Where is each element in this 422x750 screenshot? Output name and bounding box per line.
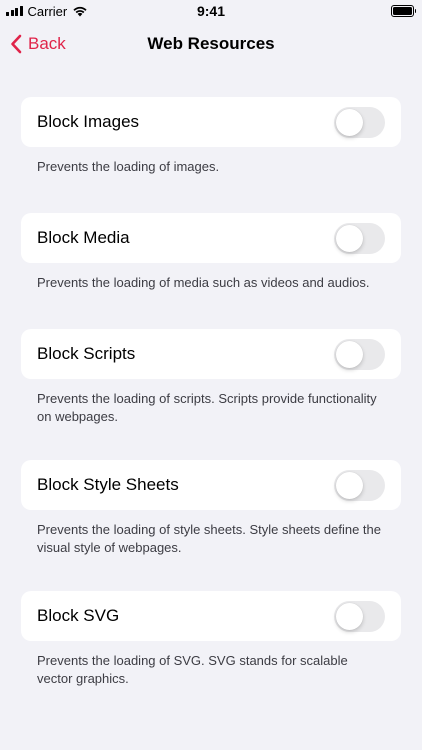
carrier-name: Carrier: [27, 3, 68, 19]
settings-section: Block SVG Prevents the loading of SVG. S…: [0, 591, 422, 707]
settings-section: Block Style Sheets Prevents the loading …: [0, 460, 422, 591]
setting-row-block-images: Block Images: [21, 97, 401, 147]
setting-row-block-svg: Block SVG: [21, 591, 401, 641]
toggle-switch[interactable]: [334, 600, 385, 632]
setting-description: Prevents the loading of SVG. SVG stands …: [37, 653, 348, 686]
toggle-knob: [336, 340, 363, 368]
setting-description: Prevents the loading of images.: [37, 159, 220, 174]
wifi-icon: [73, 6, 87, 17]
chevron-left-icon: [11, 34, 22, 54]
status-left: Carrier: [6, 4, 88, 19]
toggle-knob: [336, 224, 363, 252]
settings-list: Block Images Prevents the loading of ima…: [0, 97, 422, 707]
toggle-knob: [336, 471, 363, 499]
toggle-switch[interactable]: [334, 222, 385, 254]
toggle-switch[interactable]: [334, 469, 385, 501]
toggle-knob: [336, 602, 363, 630]
battery-icon: [390, 5, 416, 17]
settings-section: Block Scripts Prevents the loading of sc…: [0, 329, 422, 460]
toggle-switch[interactable]: [334, 338, 385, 370]
back-label: Back: [28, 34, 66, 53]
status-bar: Carrier 9:41: [0, 0, 422, 22]
setting-label: Block Scripts: [37, 344, 136, 363]
setting-label: Block Images: [37, 112, 140, 131]
back-button[interactable]: Back: [10, 22, 66, 66]
toggle-knob: [336, 108, 363, 136]
setting-description: Prevents the loading of media such as vi…: [37, 275, 370, 290]
setting-description: Prevents the loading of scripts. Scripts…: [37, 391, 377, 424]
setting-row-block-scripts: Block Scripts: [21, 329, 401, 379]
setting-label: Block SVG: [37, 606, 120, 625]
toggle-switch[interactable]: [334, 106, 385, 138]
setting-description: Prevents the loading of style sheets. St…: [37, 522, 381, 555]
setting-row-block-style-sheets: Block Style Sheets: [21, 460, 401, 510]
settings-section: Block Images Prevents the loading of ima…: [0, 97, 422, 213]
setting-label: Block Media: [37, 228, 130, 247]
setting-row-block-media: Block Media: [21, 213, 401, 263]
settings-section: Block Media Prevents the loading of medi…: [0, 213, 422, 329]
cellular-signal-icon: [6, 6, 23, 16]
navigation-bar: Back Web Resources: [0, 22, 422, 66]
setting-label: Block Style Sheets: [37, 475, 179, 494]
